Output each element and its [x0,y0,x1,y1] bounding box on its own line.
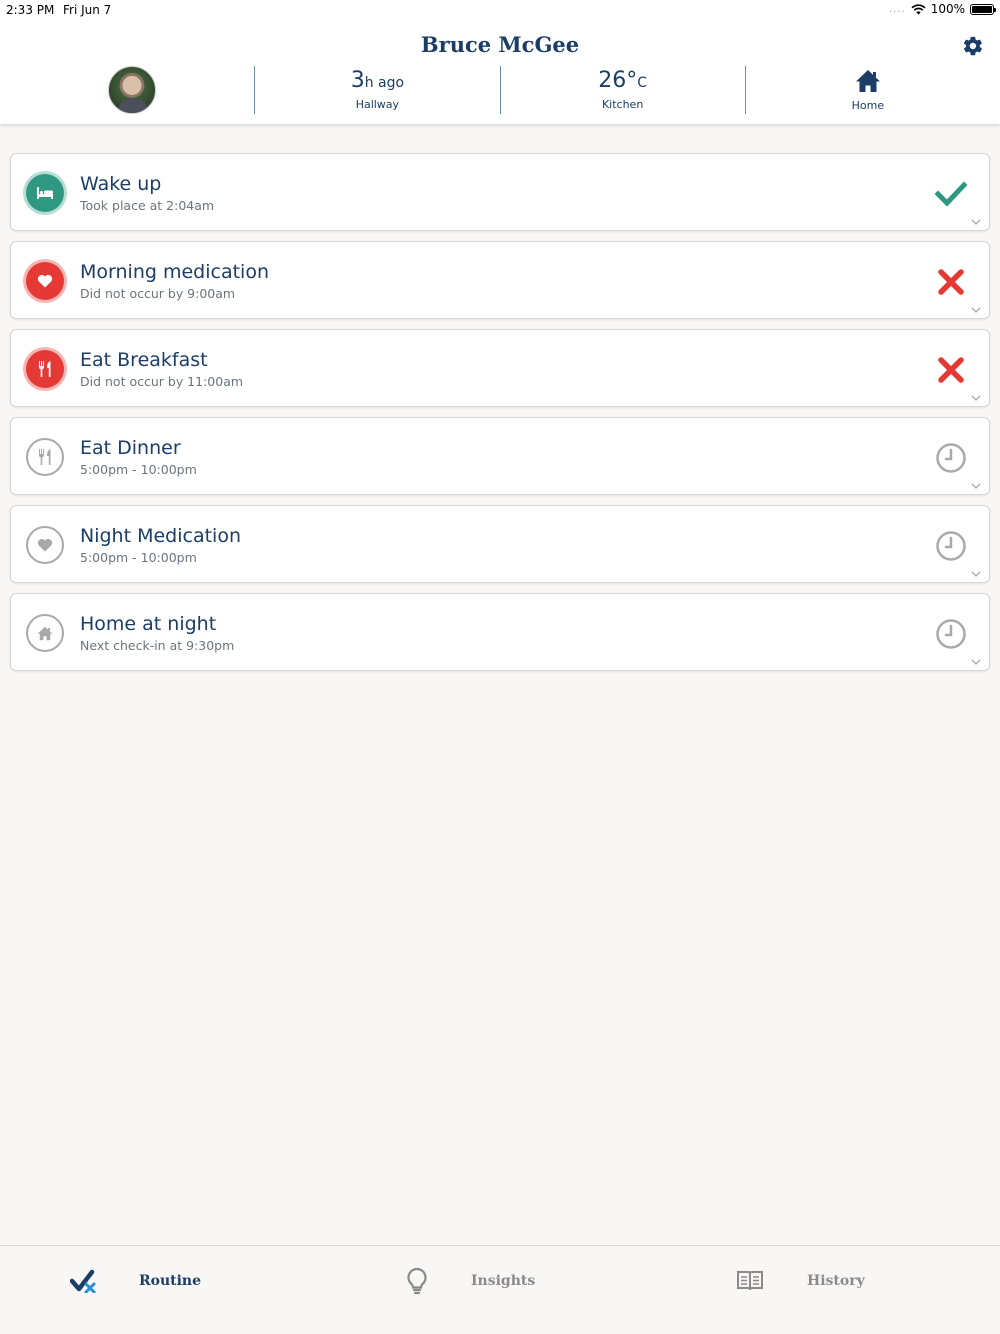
routine-card-wake-up[interactable]: Wake up Took place at 2:04am [10,153,990,231]
routine-title: Eat Dinner [80,437,181,459]
lightbulb-icon [407,1267,427,1295]
routine-card-home-at-night[interactable]: Home at night Next check-in at 9:30pm [10,593,990,671]
stat-last-seen-label: Hallway [355,97,400,111]
home-icon [37,626,53,640]
status-indicator [935,266,967,298]
status-indicator [935,442,967,474]
routine-subtitle: Did not occur by 9:00am [80,286,236,301]
tab-history[interactable]: History [736,1246,865,1316]
routine-card-eat-breakfast[interactable]: Eat Breakfast Did not occur by 11:00am [10,329,990,407]
stat-avatar[interactable] [10,66,254,114]
routine-title: Night Medication [80,525,241,547]
status-indicators: .... 100% [888,2,996,16]
wifi-icon [911,3,926,14]
tab-insights[interactable]: Insights [405,1246,535,1316]
tab-history-label: History [807,1273,865,1289]
activity-icon-badge [26,174,64,212]
activity-icon-badge [26,614,64,652]
activity-icon-badge [26,526,64,564]
tab-routine[interactable]: Routine [70,1246,201,1316]
status-date: Fri Jun 7 [63,3,112,17]
cross-icon [938,357,964,383]
routine-title: Wake up [80,173,162,195]
check-icon [935,181,967,207]
activity-icon-badge [26,438,64,476]
gear-icon[interactable] [962,35,984,57]
routine-title: Home at night [80,613,217,635]
clock-icon [936,619,966,649]
temperature-unit: C [637,74,648,91]
routine-subtitle: Did not occur by 11:00am [80,374,244,389]
avatar[interactable] [108,66,157,114]
home-icon [855,69,880,92]
routine-subtitle: 5:00pm - 10:00pm [80,462,197,477]
status-indicator [935,530,967,562]
status-bar: 2:33 PM Fri Jun 7 .... 100% [0,0,1000,22]
routine-title: Eat Breakfast [80,349,208,371]
routine-card-night-medication[interactable]: Night Medication 5:00pm - 10:00pm [10,505,990,583]
person-name: Bruce McGee [420,32,580,57]
chevron-down-icon[interactable] [971,482,981,490]
book-icon [737,1271,763,1291]
heart-icon [37,274,53,288]
heart-icon [37,538,53,552]
status-indicator [935,178,967,210]
stat-last-seen-value: 3h ago [350,67,405,93]
utensils-icon [39,449,51,465]
tab-routine-label: Routine [139,1273,202,1289]
stat-last-seen[interactable]: 3h ago Hallway [254,66,499,114]
bed-icon [37,187,53,199]
chevron-down-icon[interactable] [971,306,981,314]
stats-row: 3h ago Hallway 26°C Kitchen Home [10,66,990,114]
chevron-down-icon[interactable] [971,394,981,402]
utensils-icon [39,361,51,377]
stat-temperature-label: Kitchen [601,97,644,111]
routine-subtitle: Took place at 2:04am [80,198,215,213]
tab-bar: Routine Insights History [0,1245,1000,1334]
status-indicator [935,618,967,650]
battery-icon [970,3,996,15]
activity-icon-badge [26,262,64,300]
profile-header: Bruce McGee 3h ago Hallway 26°C Kitchen … [0,22,1000,124]
stat-temperature-value: 26°C [598,67,648,93]
chevron-down-icon[interactable] [971,658,981,666]
stat-location-label: Home [851,98,885,112]
last-seen-unit: h ago [364,74,405,91]
last-seen-number: 3 [350,67,365,93]
signal-icon: .... [888,3,906,15]
routine-list: Wake up Took place at 2:04am Morning med… [10,153,990,681]
routine-title: Morning medication [80,261,269,283]
routine-card-morning-medication[interactable]: Morning medication Did not occur by 9:00… [10,241,990,319]
chevron-down-icon[interactable] [971,570,981,578]
chevron-down-icon[interactable] [971,218,981,226]
clock-icon [936,443,966,473]
cross-icon [938,269,964,295]
routine-check-icon [70,1269,96,1293]
status-indicator [935,354,967,386]
status-time: 2:33 PM [6,3,55,17]
stat-temperature[interactable]: 26°C Kitchen [499,66,745,114]
routine-card-eat-dinner[interactable]: Eat Dinner 5:00pm - 10:00pm [10,417,990,495]
routine-subtitle: 5:00pm - 10:00pm [80,550,197,565]
tab-insights-label: Insights [471,1273,536,1289]
clock-icon [936,531,966,561]
temperature-number: 26° [598,67,638,93]
activity-icon-badge [26,350,64,388]
routine-subtitle: Next check-in at 9:30pm [80,638,235,653]
stat-location[interactable]: Home [744,66,990,114]
battery-percent: 100% [930,2,965,16]
